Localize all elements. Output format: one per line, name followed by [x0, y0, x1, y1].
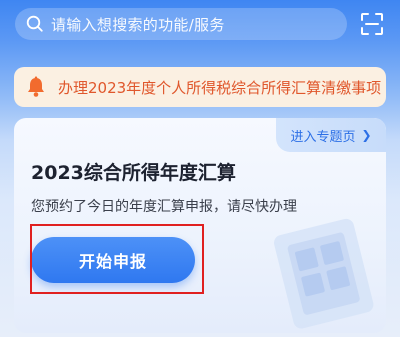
notice-bar[interactable]: 办理2023年度个人所得税综合所得汇算清缴事项 [14, 67, 386, 107]
document-illustration-icon [273, 218, 374, 329]
annual-tax-card: 进入专题页 ❯ 2023综合所得年度汇算 您预约了今日的年度汇算申报，请尽快办理… [14, 118, 386, 333]
scan-icon[interactable] [360, 12, 384, 36]
topic-link-label: 进入专题页 [290, 129, 356, 145]
card-title: 2023综合所得年度汇算 [31, 162, 236, 184]
search-placeholder: 请输入想搜索的功能/服务 [51, 15, 225, 34]
chevron-right-icon: ❯ [361, 128, 372, 142]
notice-text: 办理2023年度个人所得税综合所得汇算清缴事项 [58, 78, 382, 97]
search-icon [26, 15, 44, 33]
start-declaration-button[interactable]: 开始申报 [31, 237, 195, 283]
search-bar[interactable]: 请输入想搜索的功能/服务 [15, 8, 347, 40]
topic-page-link[interactable]: 进入专题页 ❯ [276, 118, 386, 152]
bell-icon [26, 76, 46, 98]
card-subtitle: 您预约了今日的年度汇算申报，请尽快办理 [31, 199, 297, 215]
